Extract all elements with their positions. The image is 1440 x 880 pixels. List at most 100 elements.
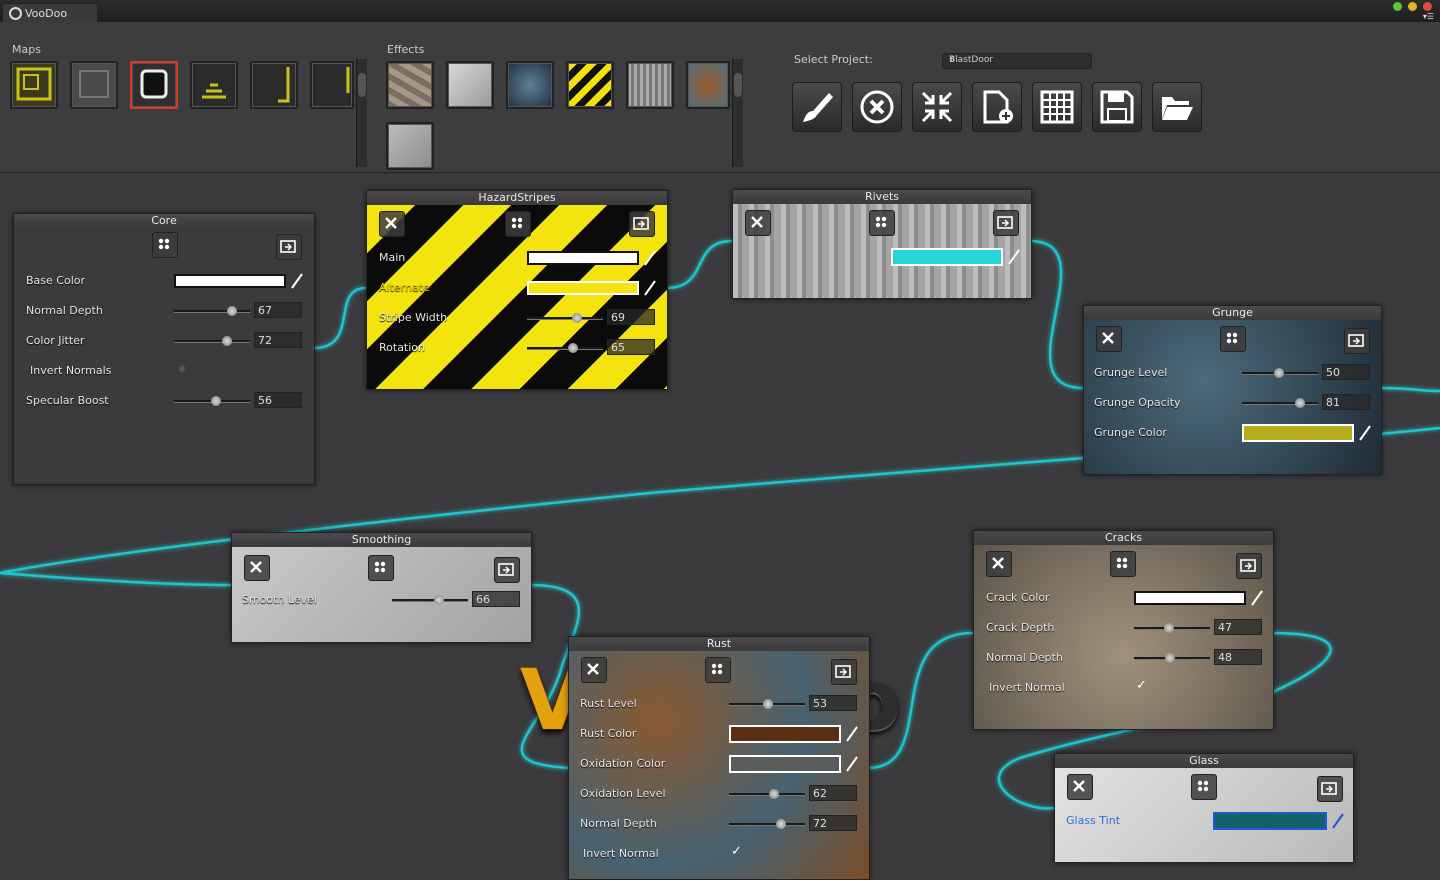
paint-brush-button[interactable] bbox=[792, 82, 842, 132]
stripe-width-value[interactable]: 69 bbox=[607, 309, 655, 325]
smooth-level-value[interactable]: 66 bbox=[472, 591, 520, 607]
node-cracks[interactable]: Cracks Crack Color Crack Depth 47 Normal… bbox=[973, 530, 1274, 730]
crack-depth-value[interactable]: 47 bbox=[1214, 619, 1262, 635]
node-export-button[interactable] bbox=[494, 557, 520, 583]
map-thumb-height[interactable] bbox=[130, 61, 178, 109]
eyedropper-icon[interactable] bbox=[1358, 424, 1372, 442]
crack-color-swatch[interactable] bbox=[1134, 591, 1246, 605]
node-pin-button[interactable] bbox=[986, 551, 1012, 577]
oxidation-level-slider[interactable] bbox=[729, 793, 805, 796]
invert-normal-checkbox[interactable]: ✓ bbox=[731, 844, 742, 859]
grunge-opacity-slider[interactable] bbox=[1242, 402, 1318, 405]
node-drag-button[interactable] bbox=[869, 210, 895, 236]
node-rivets[interactable]: Rivets bbox=[732, 189, 1032, 299]
rust-level-value[interactable]: 53 bbox=[809, 695, 857, 711]
maps-scroll-knob[interactable] bbox=[358, 73, 366, 97]
oxidation-color-swatch[interactable] bbox=[729, 755, 841, 773]
rotation-value[interactable]: 65 bbox=[607, 339, 655, 355]
color-jitter-slider[interactable] bbox=[174, 340, 250, 343]
eyedropper-icon[interactable] bbox=[1250, 589, 1264, 607]
node-glass[interactable]: Glass Glass Tint bbox=[1054, 753, 1354, 863]
stripe-width-slider[interactable] bbox=[527, 317, 603, 320]
effect-thumb-glass[interactable] bbox=[386, 122, 434, 170]
minimize-window-button[interactable] bbox=[1408, 2, 1417, 11]
map-thumb-normal[interactable] bbox=[70, 61, 118, 109]
open-folder-button[interactable] bbox=[1152, 82, 1202, 132]
close-window-button[interactable] bbox=[1423, 2, 1432, 11]
color-jitter-value[interactable]: 72 bbox=[254, 332, 302, 348]
node-drag-button[interactable] bbox=[1220, 326, 1246, 352]
new-file-button[interactable] bbox=[972, 82, 1022, 132]
slider-knob[interactable] bbox=[1164, 623, 1174, 633]
smooth-level-slider[interactable] bbox=[392, 599, 468, 602]
base-color-swatch[interactable] bbox=[174, 274, 286, 288]
effect-thumb-hazard-stripes[interactable] bbox=[566, 61, 614, 109]
node-drag-button[interactable] bbox=[705, 657, 731, 683]
eyedropper-icon[interactable] bbox=[845, 725, 859, 743]
node-grunge[interactable]: Grunge Grunge Level 50 Grunge Opacity 81… bbox=[1083, 305, 1382, 475]
effects-scrollbar[interactable] bbox=[732, 59, 743, 167]
close-project-button[interactable] bbox=[852, 82, 902, 132]
map-thumb-albedo[interactable] bbox=[10, 61, 58, 109]
map-thumb-specular[interactable] bbox=[190, 61, 238, 109]
slider-knob[interactable] bbox=[211, 396, 221, 406]
effect-thumb-rivets[interactable] bbox=[626, 61, 674, 109]
normal-depth-value[interactable]: 72 bbox=[809, 815, 857, 831]
oxidation-level-value[interactable]: 62 bbox=[809, 785, 857, 801]
node-drag-button[interactable] bbox=[368, 555, 394, 581]
map-thumb-emission[interactable] bbox=[310, 61, 354, 109]
grid-button[interactable] bbox=[1032, 82, 1082, 132]
effect-thumb-cracks[interactable] bbox=[386, 61, 434, 109]
slider-knob[interactable] bbox=[1274, 368, 1284, 378]
grunge-opacity-value[interactable]: 81 bbox=[1322, 394, 1370, 410]
slider-knob[interactable] bbox=[568, 343, 578, 353]
maximize-window-button[interactable] bbox=[1393, 2, 1402, 11]
normal-depth-value[interactable]: 67 bbox=[254, 302, 302, 318]
node-drag-button[interactable] bbox=[152, 232, 178, 258]
alternate-color-swatch[interactable] bbox=[527, 281, 639, 295]
compress-button[interactable] bbox=[912, 82, 962, 132]
slider-knob[interactable] bbox=[1295, 398, 1305, 408]
node-pin-button[interactable] bbox=[1067, 774, 1093, 800]
node-export-button[interactable] bbox=[276, 234, 302, 260]
node-export-button[interactable] bbox=[1317, 776, 1343, 802]
node-export-button[interactable] bbox=[629, 211, 655, 237]
normal-depth-slider[interactable] bbox=[174, 310, 250, 313]
node-drag-button[interactable] bbox=[1191, 774, 1217, 800]
invert-normal-checkbox[interactable]: ✓ bbox=[1136, 678, 1147, 693]
map-thumb-occlusion[interactable] bbox=[250, 61, 298, 109]
specular-boost-value[interactable]: 56 bbox=[254, 392, 302, 408]
effect-thumb-grunge[interactable] bbox=[506, 61, 554, 109]
invert-normals-toggle[interactable] bbox=[177, 364, 187, 374]
project-select[interactable]: BlastDoor ⇕ bbox=[942, 53, 1092, 69]
rivet-color-swatch[interactable] bbox=[891, 248, 1003, 266]
slider-knob[interactable] bbox=[434, 595, 444, 605]
node-drag-button[interactable] bbox=[505, 211, 531, 237]
slider-knob[interactable] bbox=[763, 699, 773, 709]
slider-knob[interactable] bbox=[769, 789, 779, 799]
glass-tint-swatch[interactable] bbox=[1213, 812, 1327, 830]
eyedropper-icon[interactable] bbox=[1331, 812, 1345, 830]
slider-knob[interactable] bbox=[572, 313, 582, 323]
node-pin-button[interactable] bbox=[581, 657, 607, 683]
node-pin-button[interactable] bbox=[1096, 326, 1122, 352]
effect-thumb-rust[interactable] bbox=[686, 61, 730, 109]
maps-scrollbar[interactable] bbox=[356, 59, 367, 167]
eyedropper-icon[interactable] bbox=[643, 279, 657, 297]
node-graph-canvas[interactable]: VooDoo Core Base Color Normal Depth 67 C… bbox=[0, 173, 1440, 880]
node-drag-button[interactable] bbox=[1110, 551, 1136, 577]
node-rust[interactable]: Rust Rust Level 53 Rust Color Oxidation … bbox=[568, 636, 870, 880]
normal-depth-slider[interactable] bbox=[729, 823, 805, 826]
node-pin-button[interactable] bbox=[745, 210, 771, 236]
grunge-level-value[interactable]: 50 bbox=[1322, 364, 1370, 380]
eyedropper-icon[interactable] bbox=[1007, 248, 1021, 266]
eyedropper-icon[interactable] bbox=[290, 272, 304, 290]
effect-thumb-smoothing[interactable] bbox=[446, 61, 494, 109]
node-core[interactable]: Core Base Color Normal Depth 67 Color Ji… bbox=[13, 213, 315, 485]
slider-knob[interactable] bbox=[1165, 653, 1175, 663]
effects-scroll-knob[interactable] bbox=[734, 73, 742, 97]
window-menu-icon[interactable]: ▾☰ bbox=[1423, 12, 1434, 21]
node-pin-button[interactable] bbox=[379, 211, 405, 237]
main-color-swatch[interactable] bbox=[527, 251, 639, 265]
node-export-button[interactable] bbox=[831, 659, 857, 685]
